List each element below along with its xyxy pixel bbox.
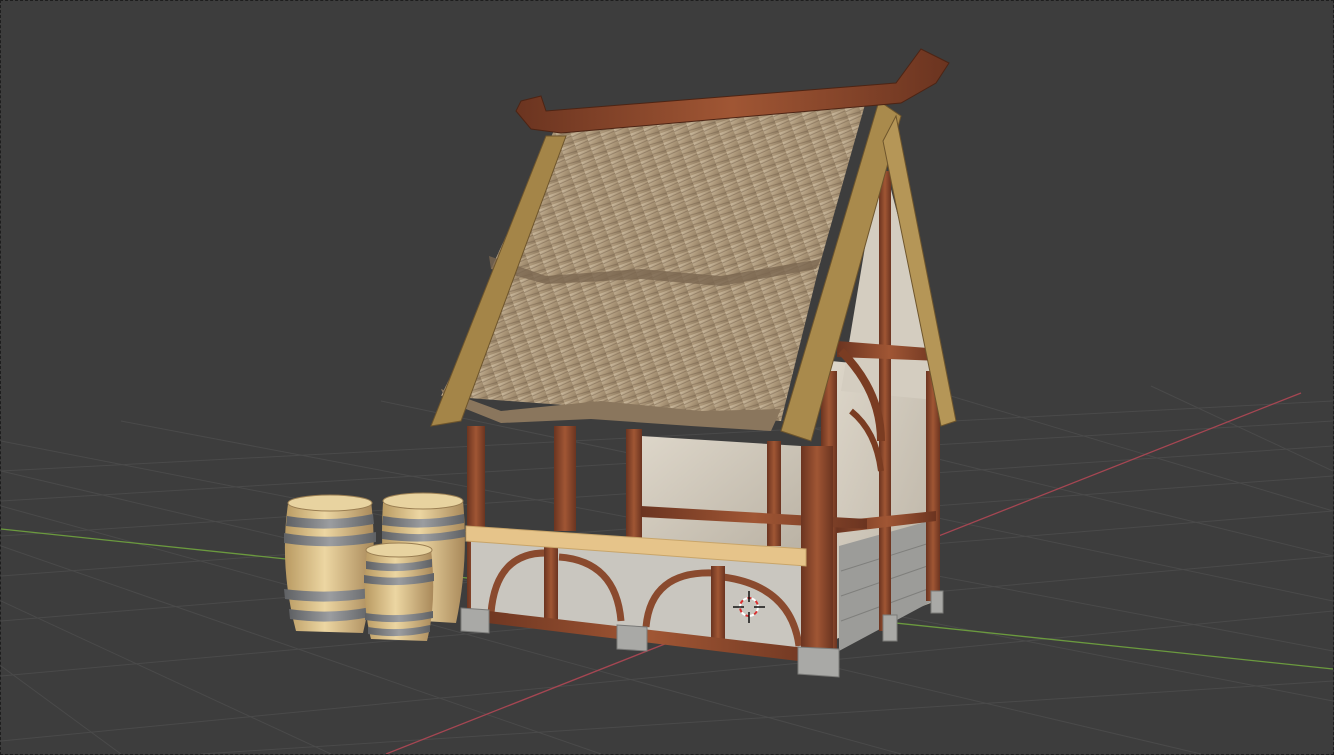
barrel-left[interactable] [284, 494, 376, 633]
market-stall[interactable] [430, 48, 957, 678]
viewport-canvas[interactable] [1, 1, 1333, 754]
barrel-front[interactable] [364, 542, 434, 641]
3d-viewport[interactable] [0, 0, 1334, 755]
